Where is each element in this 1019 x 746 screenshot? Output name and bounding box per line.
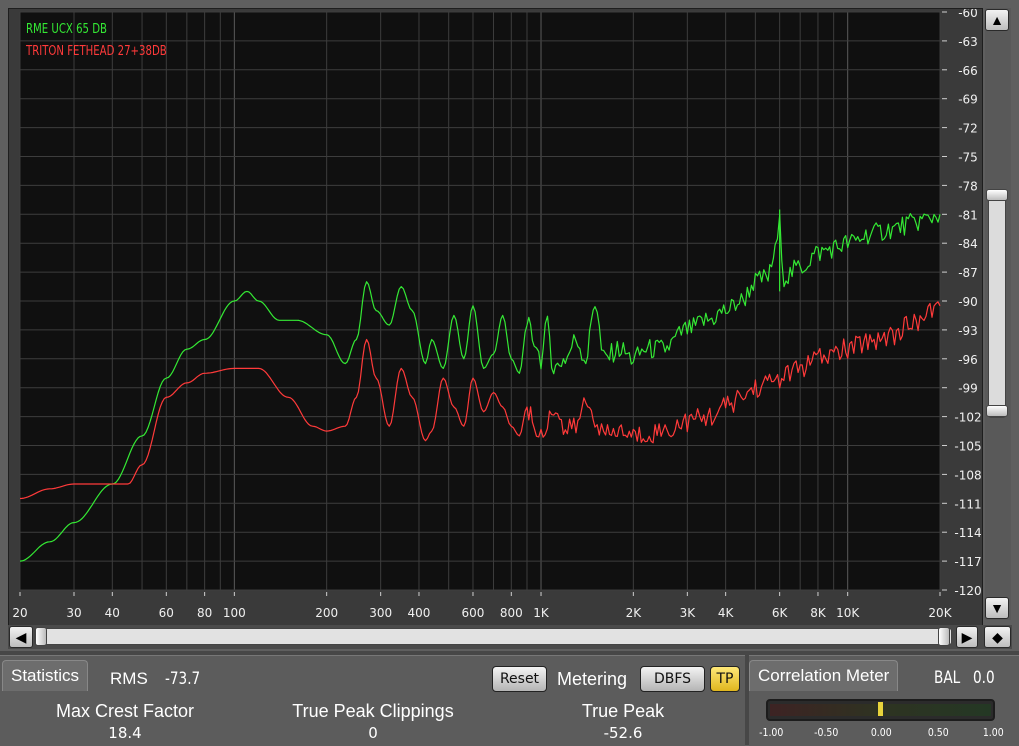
x-tick-label: 6K: [772, 606, 789, 620]
bal-label: BAL: [934, 668, 961, 688]
true-peak-clippings-value: 0: [368, 724, 378, 742]
x-tick-label: 3K: [680, 606, 697, 620]
x-tick-label: 100: [223, 606, 246, 620]
legend-triton-fethead: TRITON FETHEAD 27+38DB: [26, 44, 167, 59]
x-tick-label: 10K: [836, 606, 860, 620]
x-tick-label: 20K: [928, 606, 952, 620]
vertical-scroll-handle-top[interactable]: [986, 189, 1008, 201]
x-tick-label: 800: [500, 606, 523, 620]
vertical-scroll-handle-bottom[interactable]: [986, 405, 1008, 417]
true-peak-clippings-label: True Peak Clippings: [292, 701, 454, 721]
scroll-down-button[interactable]: ▼: [985, 597, 1009, 619]
dbfs-button[interactable]: DBFS: [640, 666, 705, 692]
y-tick-label: -96: [958, 353, 978, 367]
x-tick-label: 20: [12, 606, 27, 620]
x-tick-label: 400: [408, 606, 431, 620]
correlation-scale-tick: 1.00: [982, 726, 1004, 739]
y-tick-label: -87: [958, 266, 978, 280]
y-tick-label: -78: [958, 179, 978, 193]
y-tick-label: -120: [954, 584, 981, 598]
diamond-icon: ◆: [992, 629, 1003, 645]
correlation-scale-tick: -1.00: [759, 726, 784, 739]
y-tick-label: -75: [958, 151, 978, 165]
y-tick-label: -108: [954, 468, 981, 482]
spectrum-chart: -60 -63 -66 -69 -72 -75 -78 -81 -84 -87 -90 -93 -96 -…: [12, 9, 981, 620]
x-tick-label: 80: [197, 606, 212, 620]
correlation-scale-tick: 0.50: [927, 726, 949, 739]
scroll-up-button[interactable]: ▲: [985, 9, 1009, 31]
scroll-left-button[interactable]: ◀: [9, 626, 33, 648]
tp-button[interactable]: TP: [710, 666, 740, 692]
y-tick-label: -117: [954, 555, 981, 569]
y-tick-label: -60: [958, 9, 978, 20]
y-tick-label: -99: [958, 382, 978, 396]
x-tick-label: 8K: [810, 606, 827, 620]
y-tick-label: -81: [958, 208, 978, 222]
x-tick-label: 40: [105, 606, 120, 620]
bal-value: 0.0: [973, 668, 995, 688]
x-tick-label: 1K: [533, 606, 550, 620]
scroll-right-button[interactable]: ▶: [956, 626, 978, 648]
y-tick-label: -66: [958, 64, 978, 78]
horizontal-scroll-handle-right[interactable]: [938, 627, 950, 646]
metering-label: Metering: [557, 669, 628, 689]
arrow-left-icon: ◀: [15, 629, 27, 645]
reset-button[interactable]: Reset: [492, 666, 547, 692]
max-crest-factor-value: 18.4: [108, 724, 142, 742]
x-tick-label: 600: [462, 606, 485, 620]
y-tick-label: -111: [954, 497, 981, 511]
correlation-meter-needle: [878, 702, 883, 716]
max-crest-factor-label: Max Crest Factor: [55, 701, 195, 721]
tab-statistics[interactable]: Statistics: [2, 660, 89, 691]
arrow-down-icon: ▼: [990, 600, 1004, 616]
x-tick-label: 200: [315, 606, 338, 620]
true-peak-label: True Peak: [581, 701, 665, 721]
x-tick-label: 4K: [718, 606, 735, 620]
y-tick-label: -102: [954, 411, 981, 425]
arrow-up-icon: ▲: [990, 12, 1004, 28]
rms-label: RMS: [110, 669, 148, 688]
arrow-right-icon: ▶: [961, 629, 973, 645]
x-tick-label: 30: [66, 606, 81, 620]
horizontal-scroll-handle-left[interactable]: [35, 627, 47, 646]
vertical-scroll-thumb[interactable]: [988, 190, 1006, 418]
y-tick-label: -63: [958, 35, 978, 49]
y-tick-label: -114: [954, 526, 981, 540]
y-tick-label: -72: [958, 122, 978, 136]
zoom-reset-button[interactable]: ◆: [984, 626, 1011, 648]
tab-correlation-meter[interactable]: Correlation Meter: [749, 660, 899, 691]
true-peak-value: -52.6: [603, 724, 643, 742]
correlation-scale-tick: 0.00: [870, 726, 892, 739]
correlation-scale-tick: -0.50: [814, 726, 839, 739]
y-tick-label: -93: [958, 324, 978, 338]
y-tick-label: -90: [958, 295, 978, 309]
legend-rme-ucx: RME UCX 65 DB: [26, 22, 107, 37]
x-tick-label: 2K: [626, 606, 643, 620]
y-tick-label: -84: [958, 237, 978, 251]
y-tick-label: -69: [958, 93, 978, 107]
x-tick-label: 300: [369, 606, 392, 620]
spectrum-plot: -60 -63 -66 -69 -72 -75 -78 -81 -84 -87 -90 -93 -96 -…: [8, 8, 983, 628]
x-tick-label: 60: [159, 606, 174, 620]
y-tick-label: -105: [954, 440, 981, 454]
horizontal-scroll-thumb[interactable]: [34, 628, 952, 645]
rms-value: -73.7: [165, 669, 201, 689]
